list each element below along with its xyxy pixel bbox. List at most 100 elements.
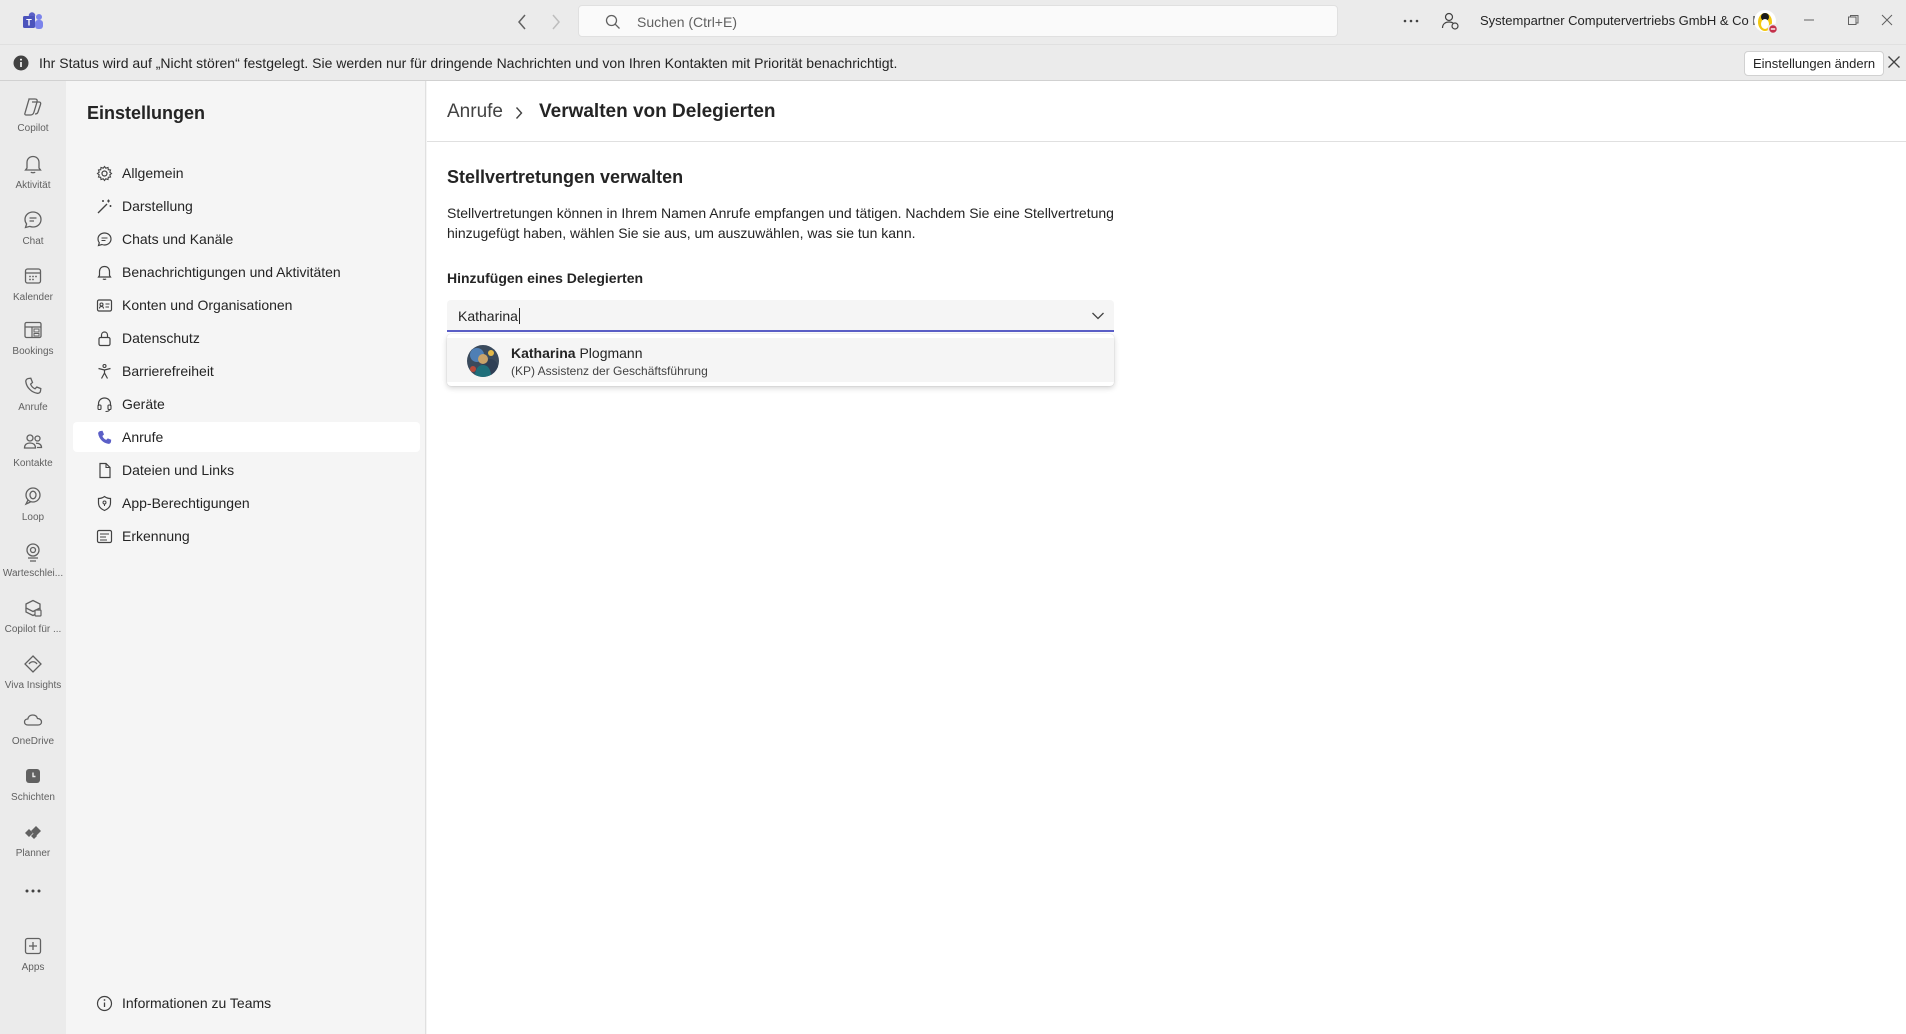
suggestion-name: Katharina Plogmann [511,345,643,361]
minimize-icon[interactable] [1802,13,1816,27]
viva-insights-icon [22,653,44,675]
settings-item-accessibility[interactable]: Barrierefreiheit [73,356,420,386]
add-delegate-label: Hinzufügen eines Delegierten [447,270,644,286]
breadcrumb-root[interactable]: Anrufe [447,101,503,123]
rail-item-chat[interactable]: Chat [0,201,66,255]
rail-label: Kontakte [13,458,53,469]
status-banner: Ihr Status wird auf „Nicht stören“ festg… [0,44,1906,81]
settings-item-accounts[interactable]: Konten und Organisationen [73,290,420,320]
rail-label: Copilot [17,123,49,134]
rail-item-apps[interactable]: Apps [0,927,66,981]
rail-item-copilot[interactable]: Copilot [0,88,66,142]
suggestion-option[interactable]: Katharina Plogmann (KP) Assistenz der Ge… [447,338,1114,382]
settings-title: Einstellungen [87,103,206,123]
settings-item-notifications[interactable]: Benachrichtigungen und Aktivitäten [73,257,420,287]
rail-label: Viva Insights [4,680,62,691]
info-icon [13,55,29,71]
rail-item-activity[interactable]: Aktivität [0,145,66,199]
main-content: Anrufe Verwalten von Delegierten Stellve… [427,81,1906,1034]
settings-item-label: Erkennung [122,528,190,544]
rail-label: Planner [15,848,51,859]
about-label: Informationen zu Teams [122,995,272,1011]
people-icon [22,431,44,453]
tenant-name[interactable]: Systempartner Computervertriebs GmbH & C… [1480,13,1771,28]
copilot-icon [22,96,44,118]
more-icon [22,880,44,902]
queue-icon [22,541,44,563]
settings-item-label: Barrierefreiheit [122,363,214,379]
restore-icon[interactable] [1846,13,1860,27]
chat-icon [22,209,44,231]
close-window-icon[interactable] [1880,13,1894,27]
calendar-icon [22,265,44,287]
rail-label: Bookings [12,346,54,357]
rail-item-bookings[interactable]: Bookings [0,311,66,365]
rail-item-queues[interactable]: Warteschlei... [0,533,66,587]
settings-item-devices[interactable]: Geräte [73,389,420,419]
copilot-studio-icon [22,597,44,619]
rail-label: Aktivität [15,180,51,191]
rail-item-viva-insights[interactable]: Viva Insights [0,645,66,699]
phone-icon [22,375,44,397]
about-teams-link[interactable]: Informationen zu Teams [73,988,420,1018]
rail-item-onedrive[interactable]: OneDrive [0,701,66,755]
settings-item-chats[interactable]: Chats und Kanäle [73,224,420,254]
rail-item-calendar[interactable]: Kalender [0,257,66,311]
rail-item-calls[interactable]: Anrufe [0,367,66,421]
settings-item-privacy[interactable]: Datenschutz [73,323,420,353]
more-options-icon[interactable] [1402,12,1420,30]
rail-item-copilot-studio[interactable]: Copilot für ... [0,589,66,643]
info-icon [96,995,113,1012]
back-arrow-icon[interactable] [516,13,528,31]
section-title: Stellvertretungen verwalten [447,167,684,187]
suggestion-name-match: Katharina [511,345,576,361]
shifts-icon [22,765,44,787]
rail-label: Kalender [12,292,54,303]
presence-person-icon[interactable] [1440,11,1460,31]
settings-item-label: Anrufe [122,429,164,445]
status-message: Ihr Status wird auf „Nicht stören“ festg… [39,55,898,71]
rail-label: Schichten [11,792,55,803]
settings-item-label: Konten und Organisationen [122,297,293,313]
chevron-right-icon [514,106,524,120]
settings-item-label: Allgemein [122,165,184,181]
settings-item-recognition[interactable]: Erkennung [73,521,420,551]
recognition-icon [96,528,113,545]
rail-label: Copilot für ... [4,624,62,635]
delegate-search-input[interactable]: Katharina [458,308,520,324]
bell-icon [22,153,44,175]
delegate-search-combobox[interactable]: Katharina [447,300,1114,332]
change-settings-button[interactable]: Einstellungen ändern [1744,51,1885,76]
close-banner-icon[interactable] [1887,55,1901,69]
lock-icon [96,330,113,347]
profile-avatar[interactable] [1753,9,1779,35]
svg-text:T: T [26,18,32,28]
bookings-icon [22,319,44,341]
settings-item-app-permissions[interactable]: App-Berechtigungen [73,488,420,518]
settings-item-label: App-Berechtigungen [122,495,250,511]
settings-item-appearance[interactable]: Darstellung [73,191,420,221]
settings-nav: Einstellungen Allgemein Darstellung Chat… [66,81,426,1034]
teams-logo-icon: T [22,12,44,32]
chevron-down-icon[interactable] [1091,310,1105,322]
rail-item-shifts[interactable]: Schichten [0,757,66,811]
rail-item-more[interactable] [0,869,66,909]
rail-label: Anrufe [18,402,48,413]
search-box[interactable]: Suchen (Ctrl+E) [578,5,1338,37]
settings-item-calls[interactable]: Anrufe [73,422,420,452]
headset-icon [96,396,113,413]
chat-bubble-icon [96,231,113,248]
id-card-icon [96,297,113,314]
rail-item-planner[interactable]: Planner [0,813,66,867]
settings-item-label: Datenschutz [122,330,200,346]
rail-item-loop[interactable]: Loop [0,477,66,531]
settings-item-general[interactable]: Allgemein [73,158,420,188]
rail-label: Apps [21,962,45,973]
rail-label: Warteschlei... [2,568,64,579]
settings-item-label: Dateien und Links [122,462,235,478]
rail-item-contacts[interactable]: Kontakte [0,423,66,477]
delegate-suggestions-dropdown: Katharina Plogmann (KP) Assistenz der Ge… [447,334,1114,386]
settings-item-files[interactable]: Dateien und Links [73,455,420,485]
forward-arrow-icon[interactable] [550,13,562,31]
avatar [467,345,499,377]
